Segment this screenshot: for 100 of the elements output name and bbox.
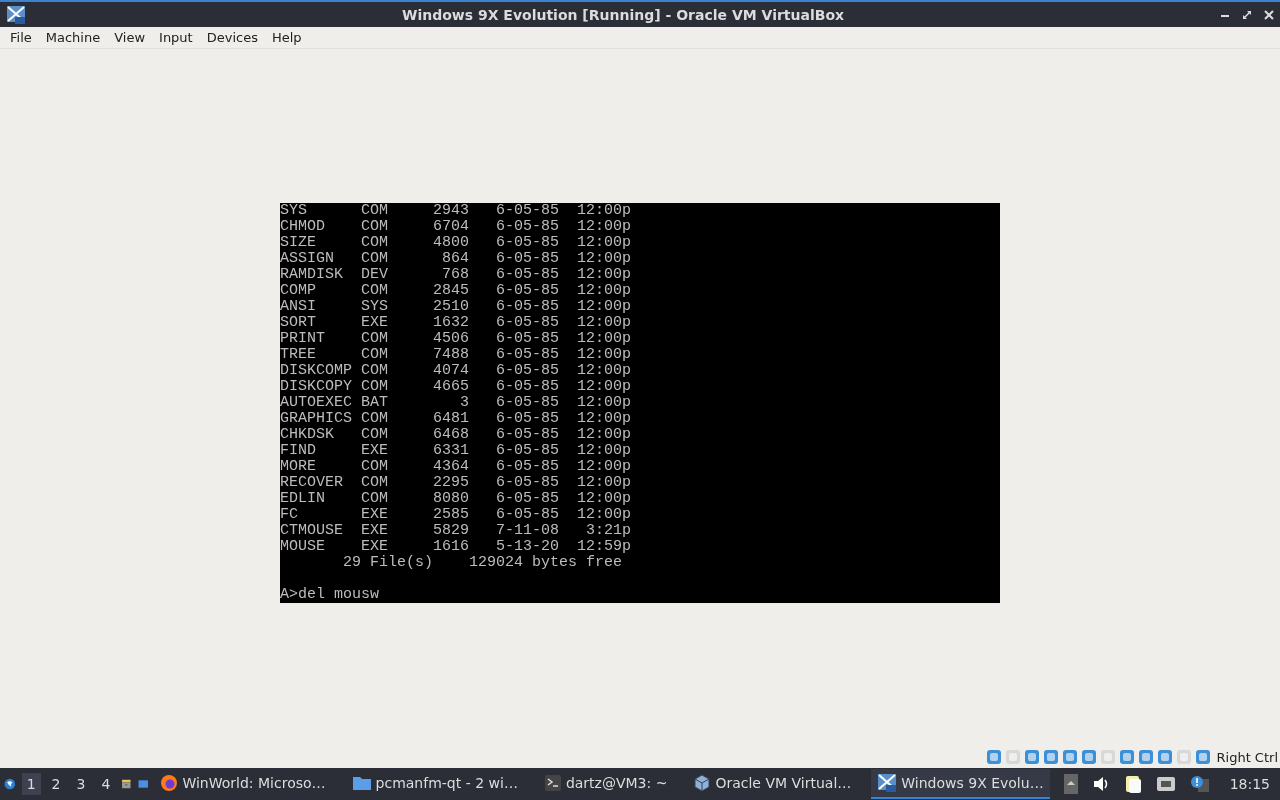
menu-item[interactable]: File: [10, 30, 32, 45]
file-name: DISKCOPY: [280, 378, 353, 395]
file-size: 6468: [432, 426, 469, 443]
cube-icon: [693, 774, 712, 792]
file-date: 6-05-85: [495, 266, 559, 283]
file-extension: COM: [361, 282, 388, 299]
file-name: SYS: [280, 202, 308, 219]
file-extension: COM: [361, 410, 388, 427]
clipboard-icon[interactable]: [1123, 774, 1142, 794]
file-extension: COM: [361, 458, 388, 475]
file-name: PRINT: [280, 330, 326, 347]
speaker-icon[interactable]: [1091, 775, 1110, 793]
file-date: 6-05-85: [495, 490, 559, 507]
file-extension: EXE: [361, 522, 388, 539]
command-prompt: A>del mousw: [280, 585, 380, 603]
file-size: 768: [441, 266, 469, 283]
file-date: 6-05-85: [495, 394, 559, 411]
file-extension: COM: [361, 426, 388, 443]
task-button[interactable]: Oracle VM Virtual…: [687, 769, 858, 799]
file-name: DISKCOMP: [280, 362, 353, 379]
file-time: 12:00p: [576, 394, 631, 411]
workspace-button[interactable]: 4: [96, 773, 116, 795]
file-size: 2943: [432, 202, 469, 219]
menu-item[interactable]: Devices: [206, 30, 258, 45]
file-time: 12:00p: [576, 474, 631, 491]
file-name: COMP: [280, 282, 317, 299]
file-time: 3:21p: [585, 522, 631, 539]
file-size: 2585: [432, 506, 469, 523]
file-extension: COM: [361, 474, 388, 491]
file-time: 12:00p: [576, 346, 631, 363]
file-date: 6-05-85: [495, 426, 559, 443]
maximize-icon[interactable]: [1242, 9, 1252, 20]
close-icon[interactable]: [1264, 9, 1274, 20]
file-size: 3: [459, 394, 469, 411]
file-extension: COM: [361, 378, 388, 395]
file-date: 6-05-85: [495, 378, 559, 395]
file-name: SIZE: [280, 234, 317, 251]
file-time: 12:00p: [576, 314, 631, 331]
file-date: 6-05-85: [495, 250, 559, 267]
app-icon: [6, 4, 26, 25]
file-size: 4665: [432, 378, 469, 395]
file-size: 4364: [432, 458, 469, 475]
file-size: 4506: [432, 330, 469, 347]
file-name: MORE: [280, 458, 317, 475]
file-size: 4800: [432, 234, 469, 251]
task-button[interactable]: pcmanfm-qt - 2 wi…: [345, 769, 524, 799]
file-extension: DEV: [361, 266, 388, 283]
file-extension: SYS: [361, 298, 388, 315]
file-date: 6-05-85: [495, 506, 559, 523]
file-time: 12:00p: [576, 410, 631, 427]
file-date: 7-11-08: [495, 522, 559, 539]
file-date: 6-05-85: [495, 234, 559, 251]
file-time: 12:00p: [576, 234, 631, 251]
menu-item[interactable]: Input: [159, 30, 193, 45]
menu-item[interactable]: Machine: [45, 30, 101, 45]
clock: 18:15: [1229, 776, 1270, 792]
file-size: 8080: [432, 490, 469, 507]
file-time: 12:00p: [576, 378, 631, 395]
alert-icon[interactable]: [1189, 775, 1210, 793]
file-name: ASSIGN: [280, 250, 335, 267]
bytes-free: 129024 bytes free: [469, 554, 623, 571]
file-size: 2845: [432, 282, 469, 299]
file-date: 6-05-85: [495, 282, 559, 299]
file-time: 12:00p: [576, 330, 631, 347]
file-time: 12:00p: [576, 282, 631, 299]
task-button[interactable]: Windows 9X Evolu…: [871, 769, 1050, 799]
file-size: 1616: [432, 538, 469, 555]
file-name: RECOVER: [280, 474, 344, 491]
file-extension: COM: [361, 346, 388, 363]
menu-item[interactable]: Help: [271, 30, 302, 45]
file-date: 6-05-85: [495, 362, 559, 379]
file-time: 12:00p: [576, 362, 631, 379]
workspace-button[interactable]: 2: [46, 773, 66, 795]
window-title: Windows 9X Evolution [Running] - Oracle VM VirtualBox: [400, 6, 846, 23]
file-size: 4074: [432, 362, 469, 379]
file-time: 12:00p: [576, 458, 631, 475]
task-button[interactable]: WinWorld: Microso…: [154, 769, 332, 799]
file-size: 5829: [432, 522, 469, 539]
file-extension: COM: [361, 218, 388, 235]
file-name: EDLIN: [280, 490, 326, 507]
workspace-button[interactable]: 3: [71, 773, 91, 795]
host-key-label: Right Ctrl: [1216, 749, 1278, 765]
network-port-icon[interactable]: [1155, 775, 1176, 793]
file-time: 12:00p: [576, 266, 631, 283]
file-extension: COM: [361, 234, 388, 251]
file-time: 12:00p: [576, 490, 631, 507]
terminal-icon: [543, 774, 562, 792]
menu-item[interactable]: View: [114, 30, 146, 45]
file-time: 12:59p: [576, 538, 631, 555]
workspace-button[interactable]: 1: [21, 773, 41, 795]
task-button[interactable]: dartz@VM3: ~: [537, 769, 674, 799]
app-icon: [877, 773, 898, 793]
file-extension: EXE: [361, 442, 388, 459]
file-date: 6-05-85: [495, 410, 559, 427]
file-name: SORT: [280, 314, 317, 331]
file-time: 12:00p: [576, 202, 631, 219]
file-size: 6704: [432, 218, 469, 235]
file-name: TREE: [280, 346, 317, 363]
file-size: 1632: [432, 314, 469, 331]
file-name: FIND: [280, 442, 317, 459]
